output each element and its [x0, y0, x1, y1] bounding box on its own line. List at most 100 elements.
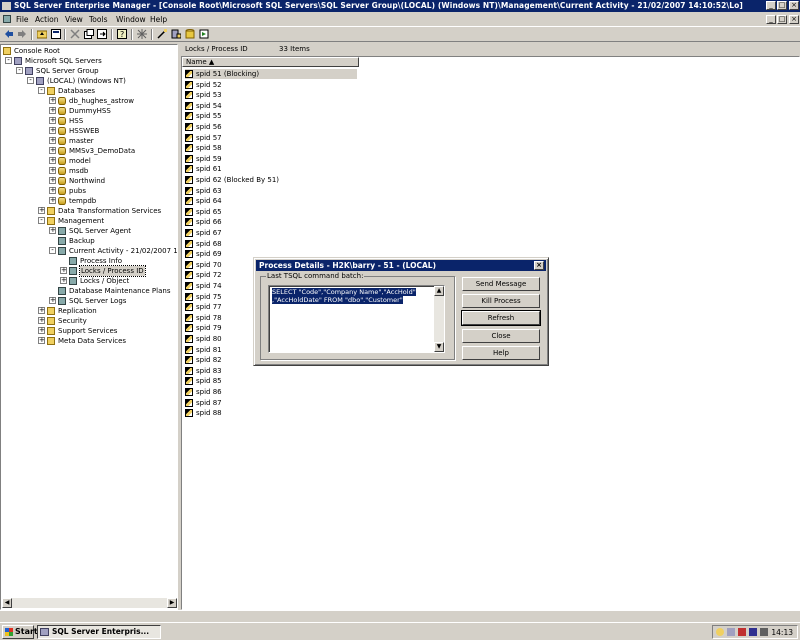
tree-node[interactable]: + Data Transformation Services — [1, 206, 177, 216]
tree-node[interactable]: + HSS — [1, 116, 177, 126]
wizard-icon[interactable] — [137, 29, 147, 39]
help-icon[interactable]: ? — [117, 29, 127, 39]
expand-icon[interactable]: + — [49, 107, 56, 114]
tree-node[interactable]: + tempdb — [1, 196, 177, 206]
sql-agent-tray-icon[interactable] — [716, 628, 724, 636]
list-item[interactable]: spid 51 (Blocking) — [185, 69, 357, 79]
volume-icon[interactable] — [760, 628, 768, 636]
collapse-icon[interactable]: - — [49, 247, 56, 254]
tree-node[interactable]: + db_hughes_astrow — [1, 96, 177, 106]
back-icon[interactable] — [4, 29, 14, 39]
tree-node[interactable]: + Support Services — [1, 326, 177, 336]
tree-node[interactable]: + SQL Server Logs — [1, 296, 177, 306]
tree-node[interactable]: Console Root — [1, 46, 177, 56]
new-window-icon[interactable] — [84, 29, 94, 39]
expand-icon[interactable]: + — [38, 307, 45, 314]
expand-icon[interactable]: + — [49, 137, 56, 144]
minimize-button[interactable]: _ — [766, 1, 776, 10]
tree-node[interactable]: Process Info — [1, 256, 177, 266]
collapse-icon[interactable]: - — [5, 57, 12, 64]
expand-icon[interactable]: + — [49, 297, 56, 304]
expand-icon[interactable]: + — [60, 267, 67, 274]
collapse-icon[interactable]: - — [38, 217, 45, 224]
menu-action[interactable]: Action — [35, 15, 59, 24]
menu-window[interactable]: Window — [116, 15, 146, 24]
collapse-icon[interactable]: - — [27, 77, 34, 84]
expand-icon[interactable]: + — [49, 187, 56, 194]
tree-node[interactable]: - Microsoft SQL Servers — [1, 56, 177, 66]
expand-icon[interactable]: + — [49, 97, 56, 104]
expand-icon[interactable]: + — [49, 127, 56, 134]
mdi-restore-button[interactable]: □ — [777, 15, 787, 24]
tree-node[interactable]: + msdb — [1, 166, 177, 176]
tree-horizontal-scrollbar[interactable]: ◀ ▶ — [2, 598, 177, 608]
tree-node[interactable]: - (LOCAL) (Windows NT) — [1, 76, 177, 86]
maximize-button[interactable]: □ — [777, 1, 787, 10]
tree-node[interactable]: Backup — [1, 236, 177, 246]
clock[interactable]: 14:13 — [771, 628, 793, 637]
column-header-name[interactable]: Name ▲ — [182, 57, 359, 67]
tree-node[interactable]: + Meta Data Services — [1, 336, 177, 346]
new-db-icon[interactable] — [185, 29, 195, 39]
mdi-close-button[interactable]: × — [789, 15, 799, 24]
tree-node[interactable]: + HSSWEB — [1, 126, 177, 136]
expand-icon[interactable]: + — [49, 167, 56, 174]
dialog-title-bar[interactable]: Process Details - H2K\barry - 51 - (LOCA… — [256, 260, 546, 271]
tree-node[interactable]: + Northwind — [1, 176, 177, 186]
sql-batch-text[interactable]: SELECT "Code","Company Name","AccHold" ,… — [272, 288, 432, 304]
expand-icon[interactable]: + — [49, 177, 56, 184]
expand-icon[interactable]: + — [49, 117, 56, 124]
expand-icon[interactable]: + — [49, 197, 56, 204]
scroll-right-button[interactable]: ▶ — [167, 598, 177, 608]
tree-node[interactable]: - SQL Server Group — [1, 66, 177, 76]
expand-icon[interactable]: + — [38, 317, 45, 324]
monitor-tray-icon[interactable] — [749, 628, 757, 636]
scroll-up-button[interactable]: ▲ — [434, 286, 444, 296]
expand-icon[interactable]: + — [38, 337, 45, 344]
collapse-icon[interactable]: - — [16, 67, 23, 74]
close-dialog-button[interactable]: Close — [462, 329, 540, 343]
tree-node[interactable]: + model — [1, 156, 177, 166]
send-message-button[interactable]: Send Message — [462, 277, 540, 291]
tree-node[interactable]: - Current Activity - 21/02/2007 14:1 — [1, 246, 177, 256]
tree-node[interactable]: + Replication — [1, 306, 177, 316]
sql-batch-textbox[interactable]: SELECT "Code","Company Name","AccHold" ,… — [268, 285, 445, 353]
new-server-icon[interactable] — [171, 29, 181, 39]
network-tray-icon[interactable] — [727, 628, 735, 636]
new-query-icon[interactable] — [157, 29, 167, 39]
forward-icon[interactable] — [17, 29, 27, 39]
refresh-button[interactable]: Refresh — [461, 310, 541, 326]
menu-tools[interactable]: Tools — [89, 15, 107, 24]
expand-icon[interactable]: + — [60, 277, 67, 284]
help-button[interactable]: Help — [462, 346, 540, 360]
dialog-close-button[interactable]: × — [534, 261, 544, 270]
expand-icon[interactable]: + — [38, 207, 45, 214]
start-button[interactable]: Start — [2, 625, 38, 639]
antivirus-tray-icon[interactable] — [738, 628, 746, 636]
tree-node[interactable]: Database Maintenance Plans — [1, 286, 177, 296]
tree-node[interactable]: + Security — [1, 316, 177, 326]
tree-node[interactable]: + master — [1, 136, 177, 146]
mdi-minimize-button[interactable]: _ — [766, 15, 776, 24]
tree-node[interactable]: + Locks / Process ID — [1, 265, 177, 277]
expand-icon[interactable]: + — [49, 157, 56, 164]
tree-node[interactable]: - Databases — [1, 86, 177, 96]
expand-icon[interactable]: + — [49, 227, 56, 234]
console-tree[interactable]: Console Root - Microsoft SQL Servers - SQL S… — [0, 44, 178, 610]
close-button[interactable]: × — [789, 1, 799, 10]
scroll-down-button[interactable]: ▼ — [434, 342, 444, 352]
tree-node[interactable]: + pubs — [1, 186, 177, 196]
mdi-icon[interactable] — [3, 15, 11, 23]
delete-icon[interactable] — [70, 29, 80, 39]
sql-vertical-scrollbar[interactable]: ▲ ▼ — [434, 286, 444, 352]
scroll-left-button[interactable]: ◀ — [2, 598, 12, 608]
export-icon[interactable] — [97, 29, 107, 39]
up-folder-icon[interactable] — [37, 29, 47, 39]
expand-icon[interactable]: + — [38, 327, 45, 334]
kill-process-button[interactable]: Kill Process — [462, 294, 540, 308]
run-icon[interactable] — [199, 29, 209, 39]
collapse-icon[interactable]: - — [38, 87, 45, 94]
menu-file[interactable]: File — [16, 15, 29, 24]
menu-view[interactable]: View — [65, 15, 83, 24]
expand-icon[interactable]: + — [49, 147, 56, 154]
